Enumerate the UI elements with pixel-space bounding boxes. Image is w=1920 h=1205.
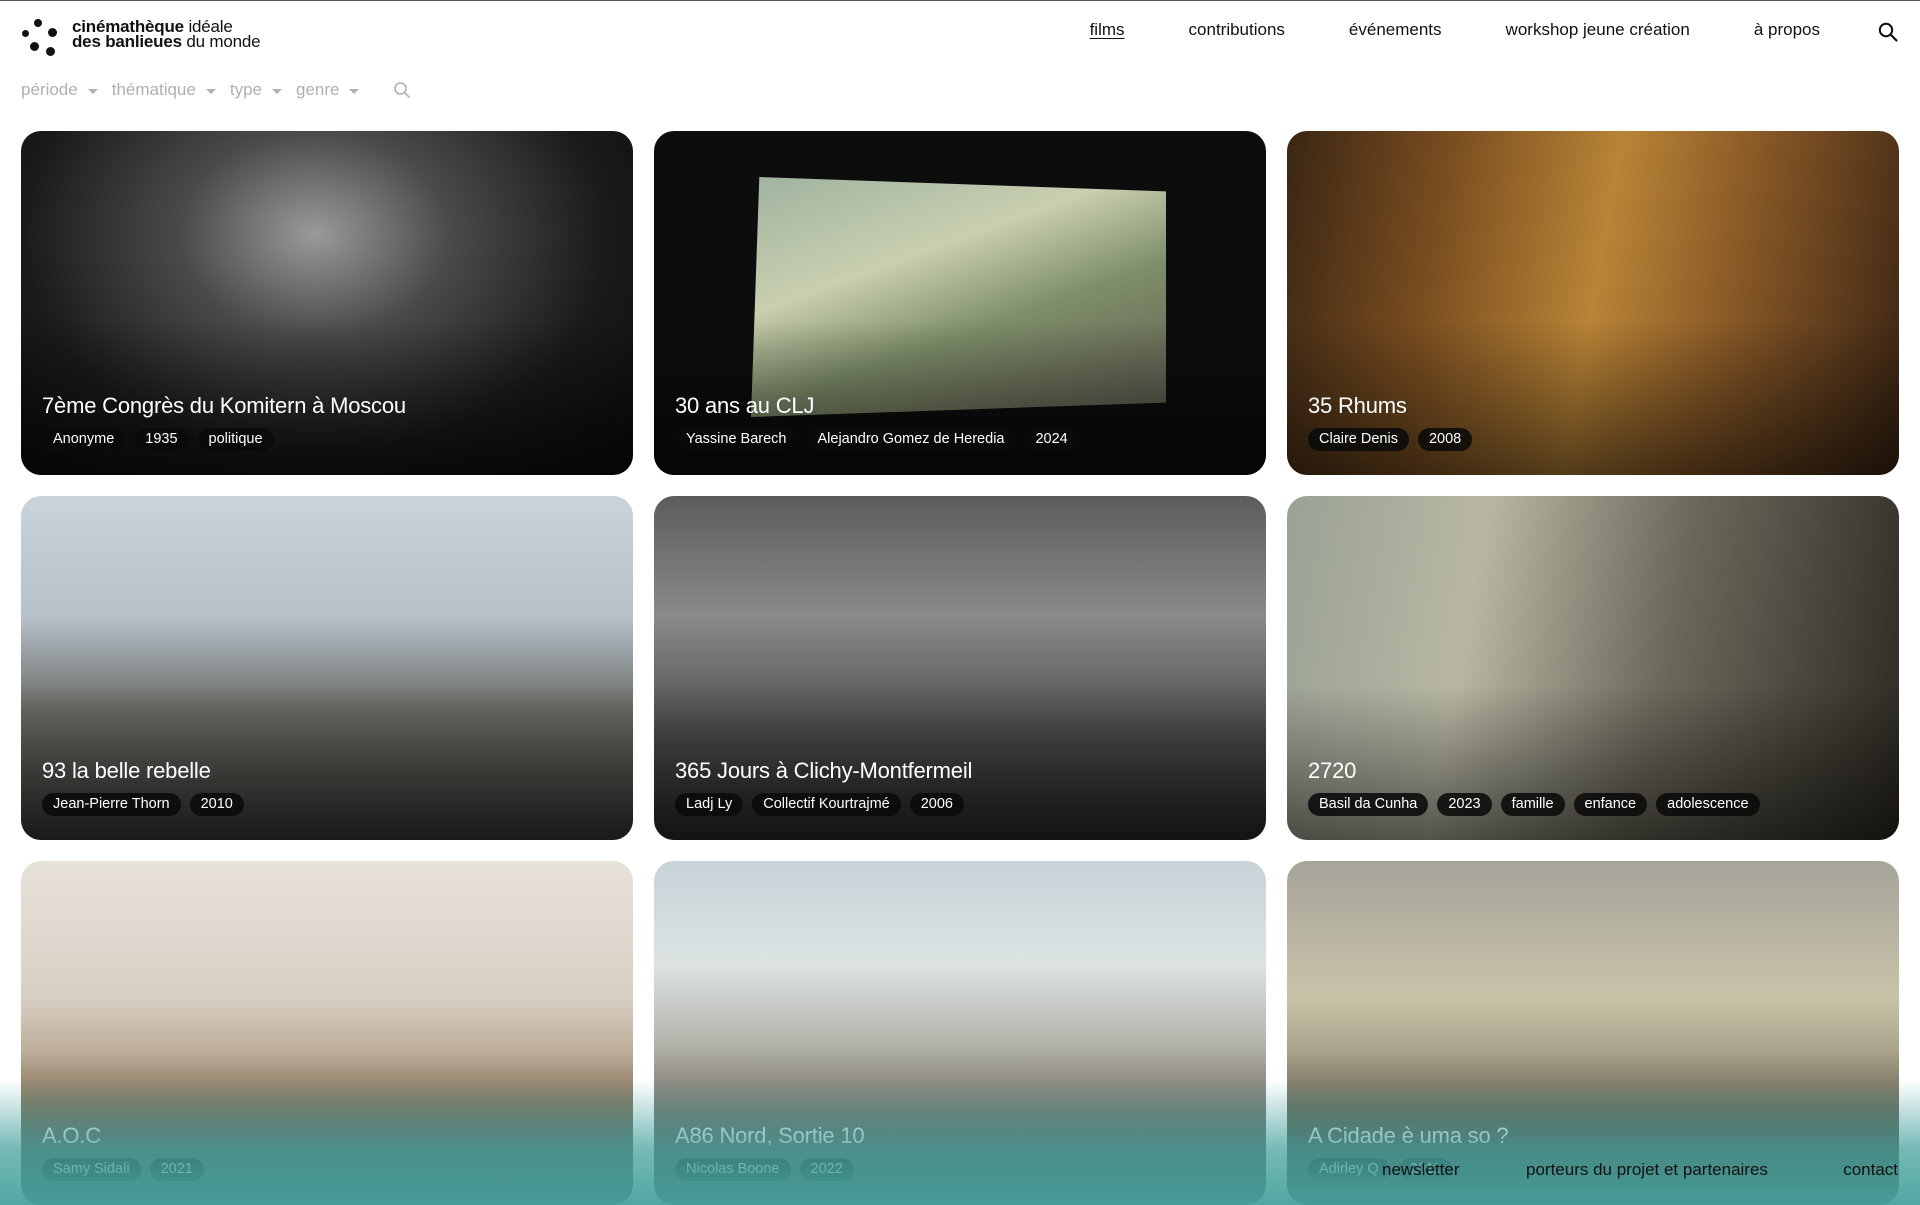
film-tags: Yassine Barech Alejandro Gomez de Heredi… [675,428,1079,451]
tag-author[interactable]: Ladj Ly [675,793,744,816]
films-grid: 7ème Congrès du Komitern à Moscou Anonym… [21,131,1899,1205]
film-title: A Cidade è uma so ? [1308,1123,1509,1148]
caret-down-icon [205,88,216,94]
filter-label: genre [295,80,340,99]
card-shade [654,131,1266,475]
logo-line2-rest: du monde [181,32,261,51]
film-title: 365 Jours à Clichy-Montfermeil [675,758,973,783]
logo-wordmark: cinémathèque idéale des banlieues du mon… [72,18,261,51]
card-shade [1287,131,1899,475]
tag-theme[interactable]: enfance [1573,793,1648,816]
tag-author[interactable]: Claire Denis [1308,428,1409,451]
tag-author[interactable]: Alejandro Gomez de Heredia [806,428,1016,451]
card-shade [1287,496,1899,840]
filter-periode[interactable]: période [21,80,98,100]
film-title: 30 ans au CLJ [675,393,815,418]
nav-item-contributions[interactable]: contributions [1189,20,1285,40]
nav-item-a-propos[interactable]: à propos [1754,20,1820,40]
filter-label: type [229,80,262,99]
film-tags: Ladj Ly Collectif Kourtrajmé 2006 [675,793,964,816]
caret-down-icon [271,88,282,94]
card-shade [654,496,1266,840]
filter-genre[interactable]: genre [295,80,360,100]
tag-year[interactable]: 2008 [1417,428,1473,451]
film-title: 2720 [1308,758,1357,783]
film-title: A86 Nord, Sortie 10 [675,1123,865,1148]
tag-year[interactable]: 2006 [909,793,964,816]
filter-label: thématique [111,80,196,99]
site-logo[interactable]: cinémathèque idéale des banlieues du mon… [22,18,261,57]
film-card[interactable]: 30 ans au CLJ Yassine Barech Alejandro G… [654,131,1266,475]
film-card[interactable]: A Cidade è uma so ? Adirley Q 2011 [1287,861,1899,1205]
card-shade [1287,861,1899,1205]
film-tags: Claire Denis 2008 [1308,428,1473,451]
footer-link-contact[interactable]: contact [1843,1160,1898,1180]
nav-item-films[interactable]: films [1090,20,1125,40]
tag-author[interactable]: Jean-Pierre Thorn [42,793,181,816]
film-title: 7ème Congrès du Komitern à Moscou [42,393,406,418]
card-shade [21,496,633,840]
tag-author[interactable]: Anonyme [42,428,126,451]
tag-author[interactable]: Basil da Cunha [1308,793,1429,816]
site-footer: newsletter porteurs du projet et partena… [0,1160,1920,1184]
tag-author[interactable]: Yassine Barech [675,428,798,451]
tag-theme[interactable]: politique [197,428,274,451]
card-shade [21,131,633,475]
tag-year[interactable]: 2010 [189,793,244,816]
film-title: 35 Rhums [1308,393,1407,418]
tag-year[interactable]: 1935 [134,428,189,451]
nav-item-evenements[interactable]: événements [1349,20,1442,40]
tag-theme[interactable]: adolescence [1656,793,1760,816]
nav-item-workshop[interactable]: workshop jeune création [1506,20,1690,40]
film-tags: Jean-Pierre Thorn 2010 [42,793,244,816]
film-card[interactable]: 7ème Congrès du Komitern à Moscou Anonym… [21,131,633,475]
film-card[interactable]: 35 Rhums Claire Denis 2008 [1287,131,1899,475]
filter-bar: période thématique type genre [21,80,411,100]
film-card[interactable]: A.O.C Samy Sidali 2021 [21,861,633,1205]
film-tags: Basil da Cunha 2023 famille enfance adol… [1308,793,1760,816]
tag-author[interactable]: Collectif Kourtrajmé [752,793,901,816]
footer-link-partenaires[interactable]: porteurs du projet et partenaires [1526,1160,1768,1180]
film-tags: Anonyme 1935 politique [42,428,274,451]
search-icon[interactable] [393,81,411,99]
footer-link-newsletter[interactable]: newsletter [1382,1160,1459,1180]
film-card[interactable]: 365 Jours à Clichy-Montfermeil Ladj Ly C… [654,496,1266,840]
caret-down-icon [349,88,360,94]
main-nav: films contributions événements workshop … [1090,20,1820,40]
film-card[interactable]: 93 la belle rebelle Jean-Pierre Thorn 20… [21,496,633,840]
card-shade [654,861,1266,1205]
caret-down-icon [87,88,98,94]
film-card[interactable]: 2720 Basil da Cunha 2023 famille enfance… [1287,496,1899,840]
filter-thematique[interactable]: thématique [112,80,216,100]
filter-type[interactable]: type [230,80,282,100]
film-title: A.O.C [42,1123,101,1148]
card-shade [21,861,633,1205]
logo-line2-bold: des banlieues [72,32,182,51]
search-icon[interactable] [1878,22,1898,42]
film-card[interactable]: A86 Nord, Sortie 10 Nicolas Boone 2022 [654,861,1266,1205]
logo-dots-icon [22,19,62,57]
filter-label: période [21,80,78,99]
tag-theme[interactable]: famille [1500,793,1565,816]
tag-year[interactable]: 2023 [1437,793,1492,816]
site-header: cinémathèque idéale des banlieues du mon… [0,0,1920,76]
tag-year[interactable]: 2024 [1024,428,1079,451]
film-title: 93 la belle rebelle [42,758,211,783]
